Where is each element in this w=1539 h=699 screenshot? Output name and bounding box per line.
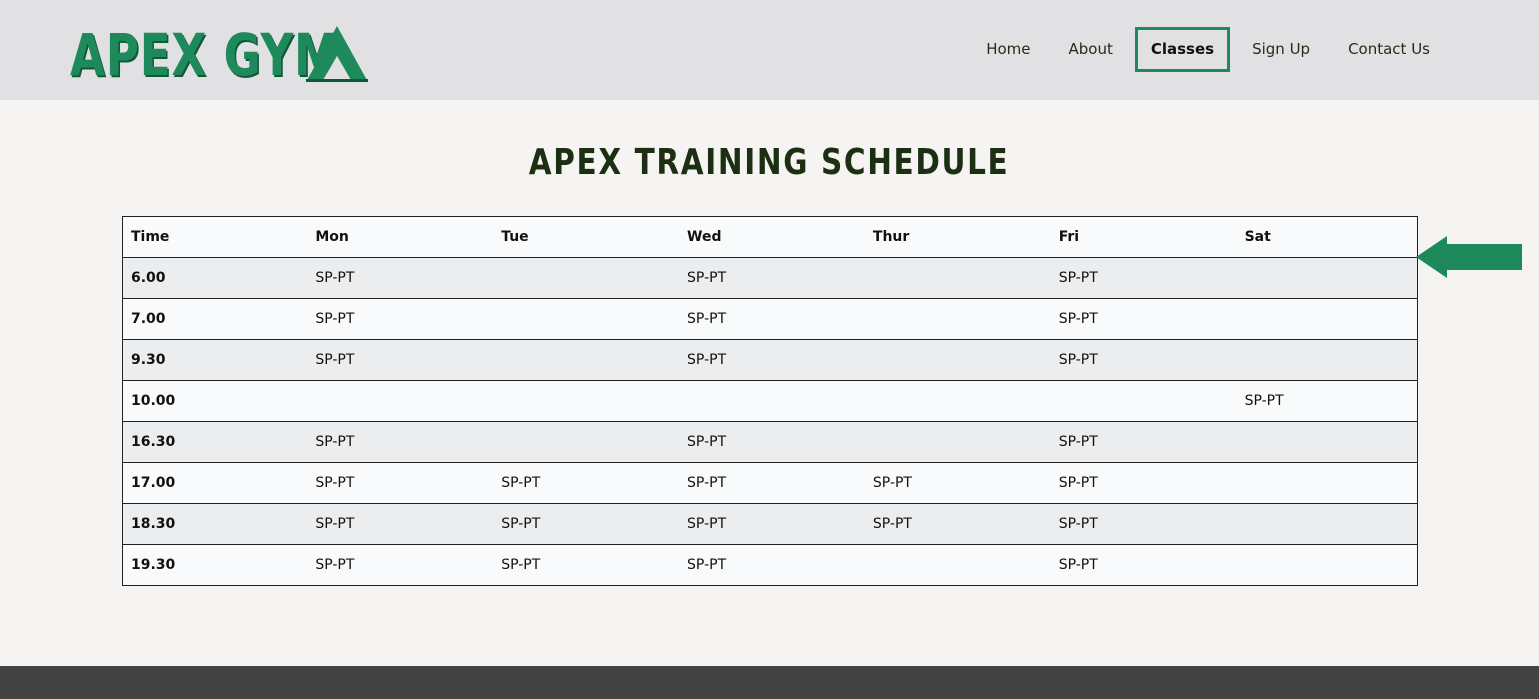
class-cell: SP-PT [1050, 339, 1237, 381]
class-cell: SP-PT [307, 257, 494, 299]
time-cell: 7.00 [122, 298, 308, 340]
class-cell: SP-PT [307, 298, 494, 340]
logo-text: APEX GYM [70, 21, 340, 89]
column-header-sat: Sat [1236, 216, 1418, 258]
class-cell: SP-PT [1050, 462, 1237, 504]
class-cell [864, 257, 1051, 299]
class-cell: SP-PT [1050, 421, 1237, 463]
class-cell [493, 339, 680, 381]
nav-sign-up[interactable]: Sign Up [1233, 27, 1329, 72]
table-header-row: Time Mon Tue Wed Thur Fri Sat [122, 216, 1418, 258]
table-row: 6.00 SP-PT SP-PT SP-PT [122, 257, 1418, 299]
time-cell: 9.30 [122, 339, 308, 381]
time-cell: 10.00 [122, 380, 308, 422]
class-cell: SP-PT [679, 462, 865, 504]
class-cell: SP-PT [307, 544, 494, 586]
table-row: 9.30 SP-PT SP-PT SP-PT [122, 339, 1418, 381]
class-cell [864, 339, 1051, 381]
column-header-time: Time [122, 216, 308, 258]
class-cell: SP-PT [679, 339, 865, 381]
main-nav: Home About Classes Sign Up Contact Us [967, 27, 1449, 72]
nav-contact-us[interactable]: Contact Us [1329, 27, 1449, 72]
column-header-wed: Wed [679, 216, 865, 258]
class-cell: SP-PT [864, 462, 1051, 504]
column-header-mon: Mon [307, 216, 494, 258]
site-footer [0, 666, 1539, 699]
class-cell [1050, 380, 1237, 422]
nav-about[interactable]: About [1049, 27, 1131, 72]
column-header-tue: Tue [493, 216, 680, 258]
table-row: 18.30 SP-PT SP-PT SP-PT SP-PT SP-PT [122, 503, 1418, 545]
class-cell: SP-PT [307, 503, 494, 545]
class-cell [1236, 298, 1418, 340]
class-cell: SP-PT [1050, 544, 1237, 586]
time-cell: 6.00 [122, 257, 308, 299]
schedule-table: Time Mon Tue Wed Thur Fri Sat 6.00 SP-PT SP-PT SP… [122, 216, 1418, 586]
class-cell: SP-PT [307, 421, 494, 463]
time-cell: 18.30 [122, 503, 308, 545]
class-cell [493, 298, 680, 340]
class-cell [1236, 462, 1418, 504]
arrow-left-icon [1416, 236, 1522, 278]
class-cell [864, 298, 1051, 340]
class-cell: SP-PT [679, 421, 865, 463]
class-cell [864, 380, 1051, 422]
class-cell: SP-PT [679, 298, 865, 340]
class-cell: SP-PT [679, 503, 865, 545]
class-cell: SP-PT [1050, 503, 1237, 545]
class-cell: SP-PT [679, 544, 865, 586]
nav-classes[interactable]: Classes [1134, 27, 1231, 72]
class-cell [864, 544, 1051, 586]
class-cell [1236, 339, 1418, 381]
class-cell [493, 380, 680, 422]
class-cell [679, 380, 865, 422]
page-title: APEX TRAINING SCHEDULE [529, 142, 1010, 183]
class-cell [493, 257, 680, 299]
class-cell [1236, 544, 1418, 586]
class-cell [864, 421, 1051, 463]
class-cell: SP-PT [307, 339, 494, 381]
class-cell: SP-PT [307, 462, 494, 504]
time-cell: 16.30 [122, 421, 308, 463]
class-cell [1236, 421, 1418, 463]
class-cell [493, 421, 680, 463]
nav-home[interactable]: Home [967, 27, 1049, 72]
table-row: 16.30 SP-PT SP-PT SP-PT [122, 421, 1418, 463]
class-cell: SP-PT [864, 503, 1051, 545]
column-header-thur: Thur [864, 216, 1051, 258]
site-header: APEX GYM Home About Classes Sign Up Contact … [0, 0, 1539, 100]
class-cell [1236, 257, 1418, 299]
table-row: 10.00 SP-PT [122, 380, 1418, 422]
mountain-icon [306, 26, 368, 82]
column-header-fri: Fri [1050, 216, 1237, 258]
table-row: 19.30 SP-PT SP-PT SP-PT SP-PT [122, 544, 1418, 586]
logo[interactable]: APEX GYM [70, 26, 370, 84]
time-cell: 17.00 [122, 462, 308, 504]
class-cell: SP-PT [1050, 298, 1237, 340]
table-row: 17.00 SP-PT SP-PT SP-PT SP-PT SP-PT [122, 462, 1418, 504]
class-cell: SP-PT [1050, 257, 1237, 299]
class-cell: SP-PT [493, 544, 680, 586]
time-cell: 19.30 [122, 544, 308, 586]
class-cell: SP-PT [493, 503, 680, 545]
class-cell: SP-PT [1236, 380, 1418, 422]
class-cell [307, 380, 494, 422]
class-cell: SP-PT [679, 257, 865, 299]
table-row: 7.00 SP-PT SP-PT SP-PT [122, 298, 1418, 340]
class-cell [1236, 503, 1418, 545]
class-cell: SP-PT [493, 462, 680, 504]
